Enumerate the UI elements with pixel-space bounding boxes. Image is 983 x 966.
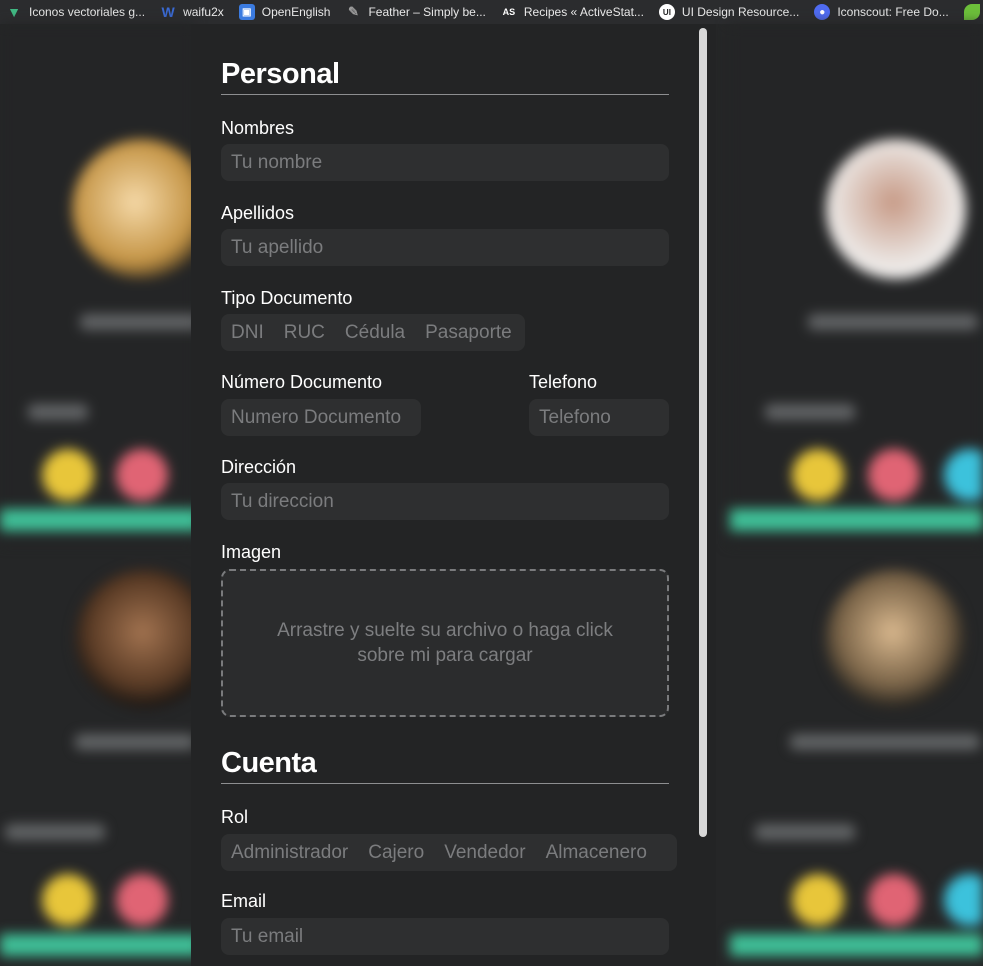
name-placeholder (75, 734, 195, 750)
accent-bar (730, 509, 983, 531)
rol-selector: Administrador Cajero Vendedor Almacenero (221, 834, 677, 871)
tipo-documento-option-cedula[interactable]: Cédula (345, 322, 405, 344)
user-form-modal: Personal Nombres Apellidos Tipo Document… (191, 24, 716, 966)
bookmark-recipes[interactable]: AS Recipes « ActiveStat... (501, 4, 644, 20)
bookmark-label: Feather – Simply be... (368, 5, 486, 19)
personal-section-title: Personal (221, 58, 669, 95)
tipo-documento-option-ruc[interactable]: RUC (284, 322, 325, 344)
bookmark-label: UI Design Resource... (681, 5, 800, 19)
bookmark-leaf[interactable] (963, 4, 983, 20)
bookmark-label: Recipes « ActiveStat... (523, 5, 644, 19)
ui-icon: UI (658, 4, 675, 20)
imagen-label: Imagen (221, 542, 282, 562)
w-icon: W (161, 4, 175, 20)
bookmark-waifu2x[interactable]: W waifu2x (160, 4, 224, 20)
tipo-documento-option-dni[interactable]: DNI (231, 322, 264, 344)
name-placeholder (790, 734, 980, 750)
yellow-dot (42, 874, 94, 926)
accent-bar (0, 934, 200, 956)
numero-documento-label: Número Documento (221, 372, 383, 392)
role-placeholder (765, 404, 855, 420)
bookmarks-bar: ▼ Iconos vectoriales g... W waifu2x ▣ Op… (0, 0, 983, 24)
cuenta-section-title: Cuenta (221, 747, 669, 784)
openenglish-icon: ▣ (238, 4, 255, 20)
bookmark-ui-design[interactable]: UI UI Design Resource... (658, 4, 800, 20)
bookmark-label: Iconscout: Free Do... (837, 5, 949, 19)
name-placeholder (80, 314, 200, 330)
bookmark-iconscout[interactable]: ● Iconscout: Free Do... (814, 4, 949, 20)
leaf-icon (963, 4, 980, 20)
red-dot (116, 874, 168, 926)
modal-scrollbar[interactable] (699, 28, 707, 837)
rol-option-cajero[interactable]: Cajero (368, 842, 424, 864)
rol-option-vendedor[interactable]: Vendedor (444, 842, 525, 864)
name-placeholder (808, 314, 978, 330)
activestate-icon: AS (502, 7, 516, 17)
dropzone-text: Arrastre y suelte su archivo o haga clic… (277, 620, 613, 666)
nombres-input[interactable] (221, 144, 669, 181)
yellow-dot (792, 874, 844, 926)
numero-documento-input[interactable] (221, 399, 421, 436)
role-placeholder (28, 404, 88, 420)
direccion-input[interactable] (221, 483, 669, 520)
feather-icon: ✎ (348, 4, 359, 19)
role-placeholder (5, 824, 105, 840)
yellow-dot (42, 449, 94, 501)
nombres-label: Nombres (221, 118, 295, 138)
rol-label: Rol (221, 807, 249, 827)
role-placeholder (755, 824, 855, 840)
bookmark-label: Iconos vectoriales g... (29, 5, 146, 19)
cyan-dot (944, 874, 983, 926)
vue-icon: ▼ (7, 4, 21, 20)
bookmark-label: waifu2x (183, 5, 224, 19)
red-dot (116, 449, 168, 501)
bookmark-openenglish[interactable]: ▣ OpenEnglish (238, 4, 331, 20)
avatar (826, 139, 966, 279)
rol-option-almacenero[interactable]: Almacenero (546, 842, 647, 864)
red-dot (868, 449, 920, 501)
accent-bar (0, 509, 200, 531)
image-dropzone[interactable]: Arrastre y suelte su archivo o haga clic… (221, 569, 669, 717)
tipo-documento-option-pasaporte[interactable]: Pasaporte (425, 322, 512, 344)
bookmark-iconos[interactable]: ▼ Iconos vectoriales g... (6, 4, 145, 20)
direccion-label: Dirección (221, 457, 297, 477)
accent-bar (730, 934, 983, 956)
red-dot (868, 874, 920, 926)
tipo-documento-label: Tipo Documento (221, 288, 353, 308)
telefono-label: Telefono (529, 372, 598, 392)
bookmark-feather[interactable]: ✎ Feather – Simply be... (345, 4, 486, 20)
yellow-dot (792, 449, 844, 501)
telefono-input[interactable] (529, 399, 669, 436)
apellidos-label: Apellidos (221, 203, 295, 223)
iconscout-icon: ● (814, 4, 831, 20)
apellidos-input[interactable] (221, 229, 669, 266)
tipo-documento-selector: DNI RUC Cédula Pasaporte (221, 314, 525, 351)
email-input[interactable] (221, 918, 669, 955)
email-label: Email (221, 891, 267, 911)
avatar (825, 569, 965, 709)
bookmark-label: OpenEnglish (261, 5, 331, 19)
rol-option-administrador[interactable]: Administrador (231, 842, 348, 864)
